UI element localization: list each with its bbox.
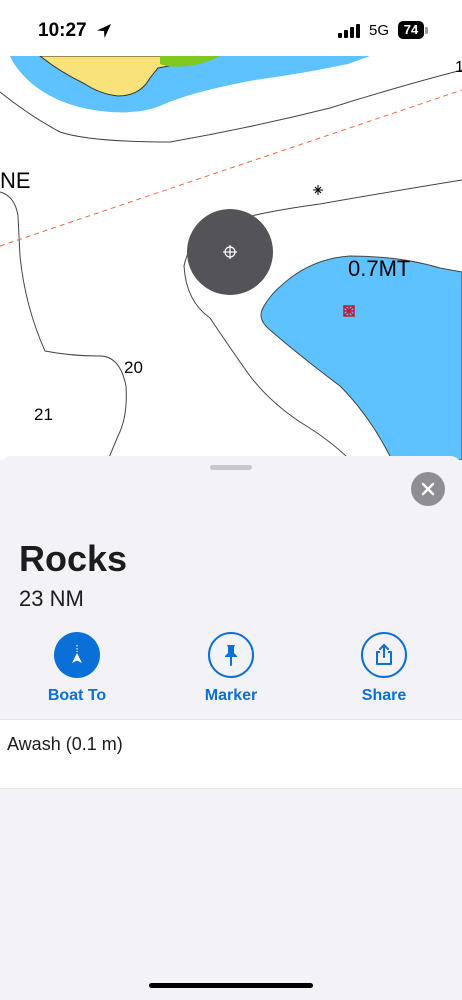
map-label-name: NE xyxy=(0,168,31,193)
detail-row: Awash (0.1 m) xyxy=(0,719,462,789)
depth-label-21: 21 xyxy=(34,405,53,424)
battery-tip xyxy=(425,27,428,34)
map-edge-label: 1 xyxy=(455,59,462,76)
nautical-chart-map[interactable]: NE 20 21 1 0.7MT xyxy=(0,56,462,460)
share-icon xyxy=(376,644,392,665)
cross-mark xyxy=(313,185,323,195)
depth-contour-main xyxy=(0,191,127,460)
marker-label: Marker xyxy=(204,687,258,704)
home-indicator[interactable] xyxy=(149,983,313,988)
depth-label-20: 20 xyxy=(124,358,143,377)
sheet-grabber[interactable] xyxy=(210,465,252,470)
status-time: 10:27 xyxy=(38,20,87,41)
share-button[interactable]: Share xyxy=(334,632,434,705)
boat-to-circle xyxy=(54,632,100,678)
battery-icon: 74 xyxy=(398,21,424,39)
close-icon xyxy=(421,482,435,496)
cellular-signal-icon xyxy=(338,24,360,38)
rock-symbol xyxy=(343,305,355,317)
status-bar: 10:27 5G 74 xyxy=(0,0,462,56)
share-circle xyxy=(361,632,407,678)
marker-button[interactable]: Marker xyxy=(181,632,281,705)
feature-detail-sheet: Rocks 23 NM Boat To Marker Share Awash (… xyxy=(0,456,462,1000)
location-arrow-icon xyxy=(97,24,111,38)
battery-level: 74 xyxy=(403,22,419,37)
feature-distance: 23 NM xyxy=(19,586,84,611)
pin-icon xyxy=(225,645,237,666)
boat-to-button[interactable]: Boat To xyxy=(27,632,127,705)
boat-to-label: Boat To xyxy=(47,687,107,704)
close-button[interactable] xyxy=(411,472,445,506)
share-label: Share xyxy=(361,687,407,704)
marker-circle xyxy=(208,632,254,678)
network-type: 5G xyxy=(369,22,390,39)
detail-text: Awash (0.1 m) xyxy=(7,734,123,754)
water-area-right xyxy=(260,255,462,460)
feature-depth-label: 0.7MT xyxy=(348,256,411,281)
boat-to-icon xyxy=(72,645,82,663)
feature-title: Rocks xyxy=(19,538,128,579)
